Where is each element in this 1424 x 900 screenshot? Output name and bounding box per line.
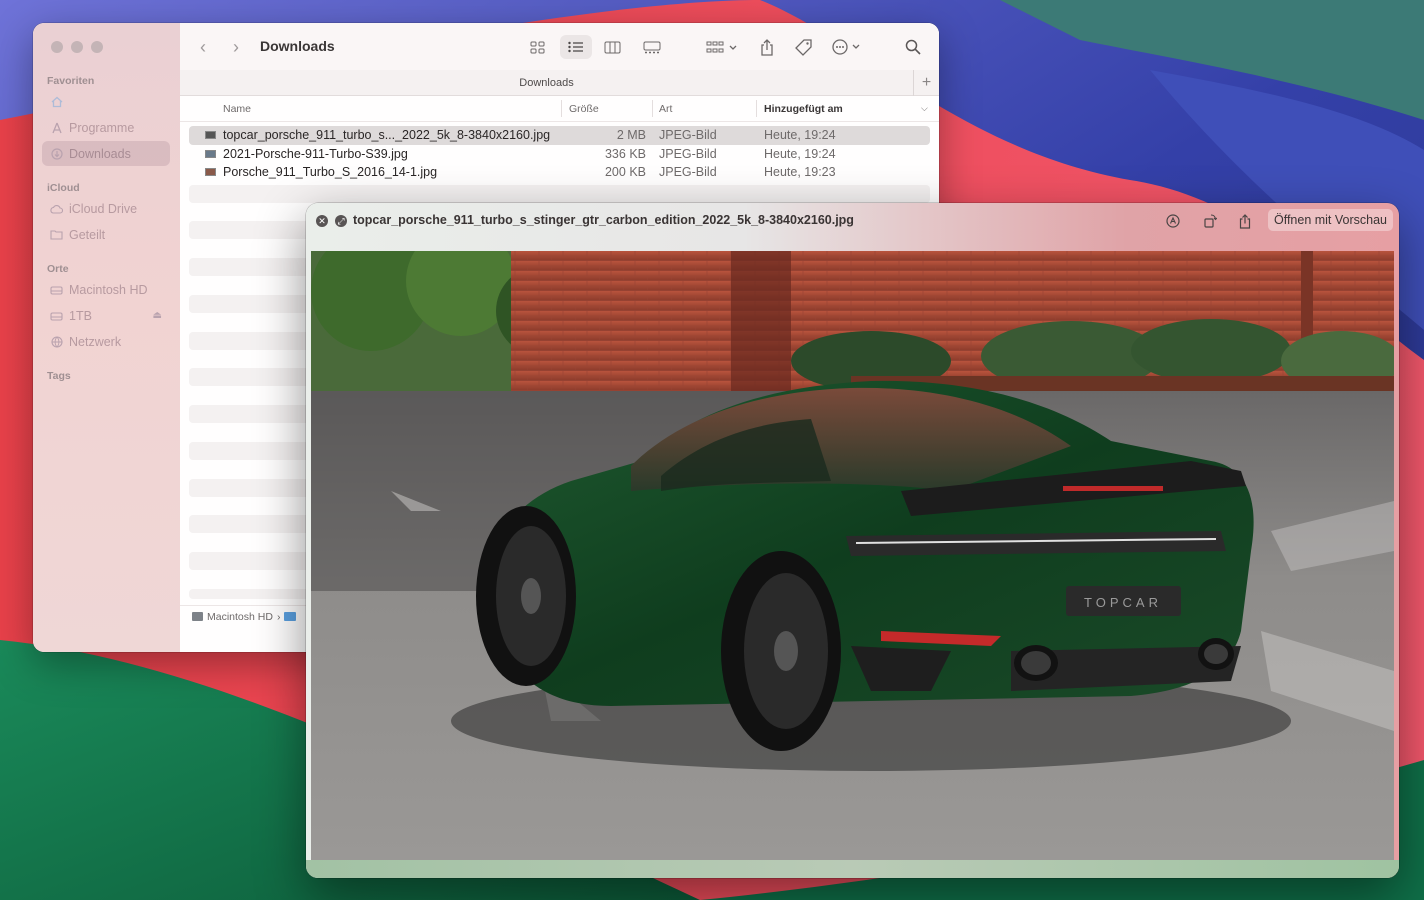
list-view-button[interactable]: [560, 35, 592, 59]
column-size[interactable]: Größe: [569, 103, 599, 115]
group-icon: [706, 41, 737, 52]
fullscreen-icon[interactable]: ⤢: [335, 215, 347, 227]
disk-icon: [192, 612, 203, 621]
column-name[interactable]: Name: [223, 103, 251, 115]
search-button[interactable]: [902, 35, 924, 59]
quicklook-window: ✕ ⤢ topcar_porsche_911_turbo_s_stinger_g…: [306, 203, 1399, 878]
eject-icon[interactable]: ⏏: [153, 310, 162, 321]
rotate-button[interactable]: [1201, 212, 1219, 230]
tab-bar: Downloads +: [180, 70, 939, 96]
quicklook-filename: topcar_porsche_911_turbo_s_stinger_gtr_c…: [353, 213, 854, 227]
tag-icon: [794, 38, 812, 56]
sidebar-item-macintosh-hd[interactable]: Macintosh HD: [42, 277, 170, 302]
forward-button[interactable]: ›: [233, 37, 239, 58]
sidebar-section-places: Orte: [47, 263, 69, 275]
home-icon: [50, 95, 63, 108]
share-button[interactable]: [1236, 212, 1254, 230]
apps-icon: [50, 121, 63, 134]
file-row[interactable]: Porsche_911_Turbo_S_2016_14-1.jpg 200 KB…: [189, 163, 930, 182]
more-actions-button[interactable]: [831, 35, 865, 59]
preview-image: TOPCAR: [311, 251, 1394, 860]
share-icon: [761, 38, 773, 56]
sidebar-item-programme[interactable]: Programme: [42, 115, 170, 140]
new-tab-button[interactable]: +: [913, 70, 939, 96]
close-window-button[interactable]: [51, 41, 63, 53]
window-controls: [51, 41, 103, 53]
share-icon: [1239, 213, 1251, 229]
gallery-icon: [643, 41, 661, 53]
quicklook-footer: [306, 860, 1399, 878]
sidebar-section-favorites: Favoriten: [47, 75, 95, 87]
share-button[interactable]: [756, 35, 778, 59]
finder-toolbar: ‹ › Downloads: [180, 23, 939, 70]
folder-icon[interactable]: [284, 612, 297, 621]
image-thumbnail-icon: [205, 131, 216, 139]
column-header: Name Größe Art Hinzugefügt am ⌵: [180, 96, 939, 122]
disk-icon: [50, 283, 63, 296]
columns-icon: [604, 41, 620, 53]
markup-pen-icon: [1166, 214, 1180, 228]
sidebar-item-downloads[interactable]: Downloads: [42, 141, 170, 166]
network-icon: [50, 335, 63, 348]
window-title: Downloads: [260, 38, 335, 54]
markup-button[interactable]: [1164, 212, 1182, 230]
file-list: topcar_porsche_911_turbo_s..._2022_5k_8-…: [189, 126, 930, 182]
rotate-icon: [1204, 214, 1217, 228]
search-icon: [905, 39, 921, 55]
column-kind[interactable]: Art: [659, 103, 672, 115]
tab-downloads[interactable]: Downloads: [180, 77, 913, 89]
tag-button[interactable]: [792, 35, 814, 59]
path-item-macintosh-hd[interactable]: Macintosh HD: [207, 611, 273, 623]
sidebar-section-icloud: iCloud: [47, 182, 80, 194]
sidebar-item-netzwerk[interactable]: Netzwerk: [42, 329, 170, 354]
finder-sidebar: Favoriten Programme Downloads iCloud iCl…: [33, 23, 180, 652]
empty-row: [189, 185, 930, 203]
icon-view-button[interactable]: [523, 35, 551, 59]
image-thumbnail-icon: [205, 149, 216, 158]
open-with-preview-button[interactable]: Öffnen mit Vorschau: [1267, 209, 1393, 231]
column-view-button[interactable]: [598, 35, 626, 59]
gallery-view-button[interactable]: [638, 35, 666, 59]
license-plate: TOPCAR: [1084, 595, 1162, 610]
cloud-icon: [50, 202, 63, 215]
download-icon: [50, 147, 63, 160]
back-button[interactable]: ‹: [200, 37, 206, 58]
column-date-added[interactable]: Hinzugefügt am: [764, 103, 843, 115]
grid-icon: [530, 41, 544, 53]
path-separator: ›: [276, 610, 281, 623]
quicklook-titlebar: ✕ ⤢ topcar_porsche_911_turbo_s_stinger_g…: [306, 203, 1399, 239]
sidebar-item-geteilt[interactable]: Geteilt: [42, 222, 170, 247]
sidebar-section-tags: Tags: [47, 370, 71, 382]
porsche-photo: TOPCAR: [311, 251, 1394, 860]
disk-icon: [50, 309, 63, 322]
shared-folder-icon: [50, 228, 63, 241]
group-by-button[interactable]: [703, 35, 741, 59]
file-row[interactable]: 2021-Porsche-911-Turbo-S39.jpg 336 KB JP…: [189, 145, 930, 164]
file-row[interactable]: topcar_porsche_911_turbo_s..._2022_5k_8-…: [189, 126, 930, 145]
sidebar-item-1tb[interactable]: 1TB ⏏: [42, 303, 170, 328]
minimize-window-button[interactable]: [71, 41, 83, 53]
sidebar-item-icloud-drive[interactable]: iCloud Drive: [42, 196, 170, 221]
image-thumbnail-icon: [205, 168, 216, 176]
sort-chevron-icon[interactable]: ⌵: [921, 103, 928, 114]
list-icon: [568, 41, 583, 53]
ellipsis-circle-icon: [832, 39, 860, 55]
sidebar-item-home[interactable]: [42, 89, 170, 114]
close-icon[interactable]: ✕: [316, 215, 328, 227]
zoom-window-button[interactable]: [91, 41, 103, 53]
